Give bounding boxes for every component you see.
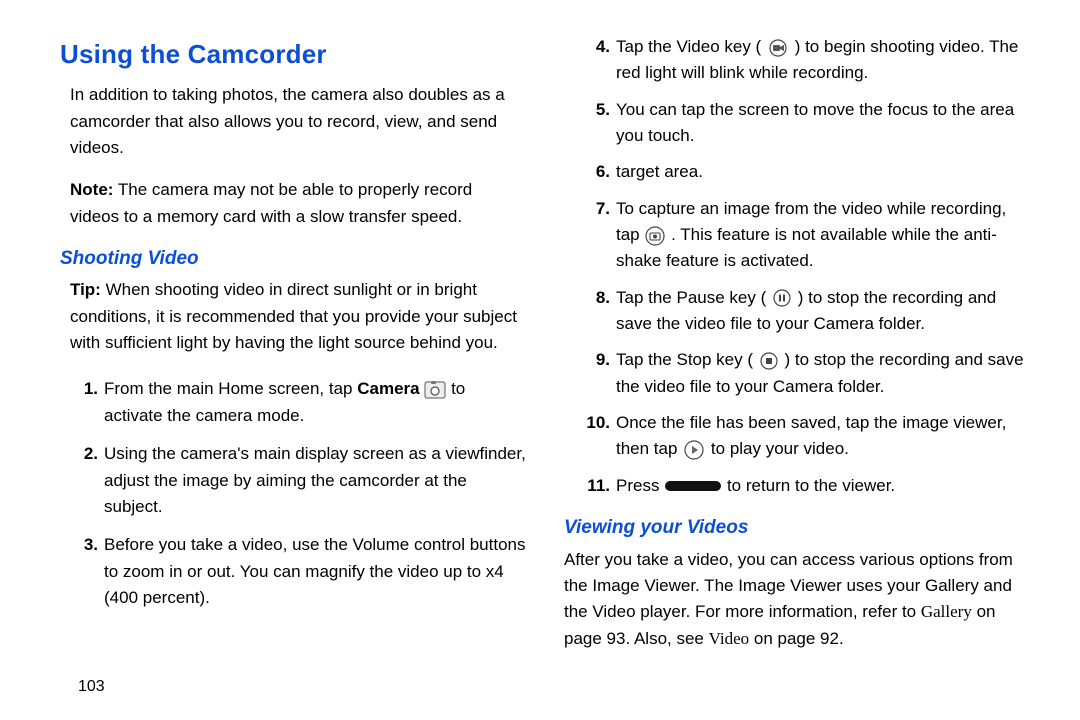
- note-body: The camera may not be able to properly r…: [70, 180, 472, 225]
- list-item: 8. Tap the Pause key ( ) to stop the rec…: [564, 285, 1030, 338]
- list-item: 11. Press to return to the viewer.: [564, 473, 1030, 499]
- left-column: Using the Camcorder In addition to takin…: [60, 34, 526, 652]
- step-number: 2.: [60, 441, 104, 467]
- tip-label: Tip:: [70, 280, 101, 299]
- camera-icon: [424, 381, 446, 399]
- list-item: 2. Using the camera's main display scree…: [60, 441, 526, 520]
- steps-list-left: 1. From the main Home screen, tap Camera…: [60, 376, 526, 611]
- step-body: Using the camera's main display screen a…: [104, 441, 526, 520]
- step-number: 1.: [60, 376, 104, 402]
- step-number: 3.: [60, 532, 104, 558]
- viewing-videos-heading: Viewing your Videos: [564, 513, 1030, 542]
- video-ref: Video: [709, 629, 750, 648]
- list-item: 6. target area.: [564, 159, 1030, 185]
- tip-block: Tip: When shooting video in direct sunli…: [60, 277, 526, 356]
- stop-key-icon: [758, 352, 780, 370]
- section-heading: Using the Camcorder: [60, 34, 526, 74]
- page-number: 103: [78, 678, 105, 696]
- play-icon: [682, 440, 706, 460]
- list-item: 10. Once the file has been saved, tap th…: [564, 410, 1030, 463]
- video-key-icon: [766, 39, 790, 57]
- note-block: Note: The camera may not be able to prop…: [60, 177, 526, 230]
- intro-text: In addition to taking photos, the camera…: [60, 82, 526, 161]
- step-body: From the main Home screen, tap Camera to…: [104, 376, 526, 429]
- list-item: 9. Tap the Stop key ( ) to stop the reco…: [564, 347, 1030, 400]
- list-item: 5. You can tap the screen to move the fo…: [564, 97, 1030, 150]
- step-body: Before you take a video, use the Volume …: [104, 532, 526, 611]
- list-item: 1. From the main Home screen, tap Camera…: [60, 376, 526, 429]
- pause-key-icon: [771, 289, 793, 307]
- list-item: 4. Tap the Video key ( ) to begin shooti…: [564, 34, 1030, 87]
- note-label: Note:: [70, 180, 113, 199]
- right-column: 4. Tap the Video key ( ) to begin shooti…: [564, 34, 1030, 652]
- steps-list-right: 4. Tap the Video key ( ) to begin shooti…: [564, 34, 1030, 499]
- capture-icon: [644, 226, 666, 246]
- gallery-ref: Gallery: [921, 602, 972, 621]
- back-key-icon: [664, 479, 722, 493]
- tip-body: When shooting video in direct sunlight o…: [70, 280, 517, 352]
- shooting-video-heading: Shooting Video: [60, 244, 526, 273]
- viewing-body: After you take a video, you can access v…: [564, 547, 1030, 652]
- list-item: 3. Before you take a video, use the Volu…: [60, 532, 526, 611]
- list-item: 7. To capture an image from the video wh…: [564, 196, 1030, 275]
